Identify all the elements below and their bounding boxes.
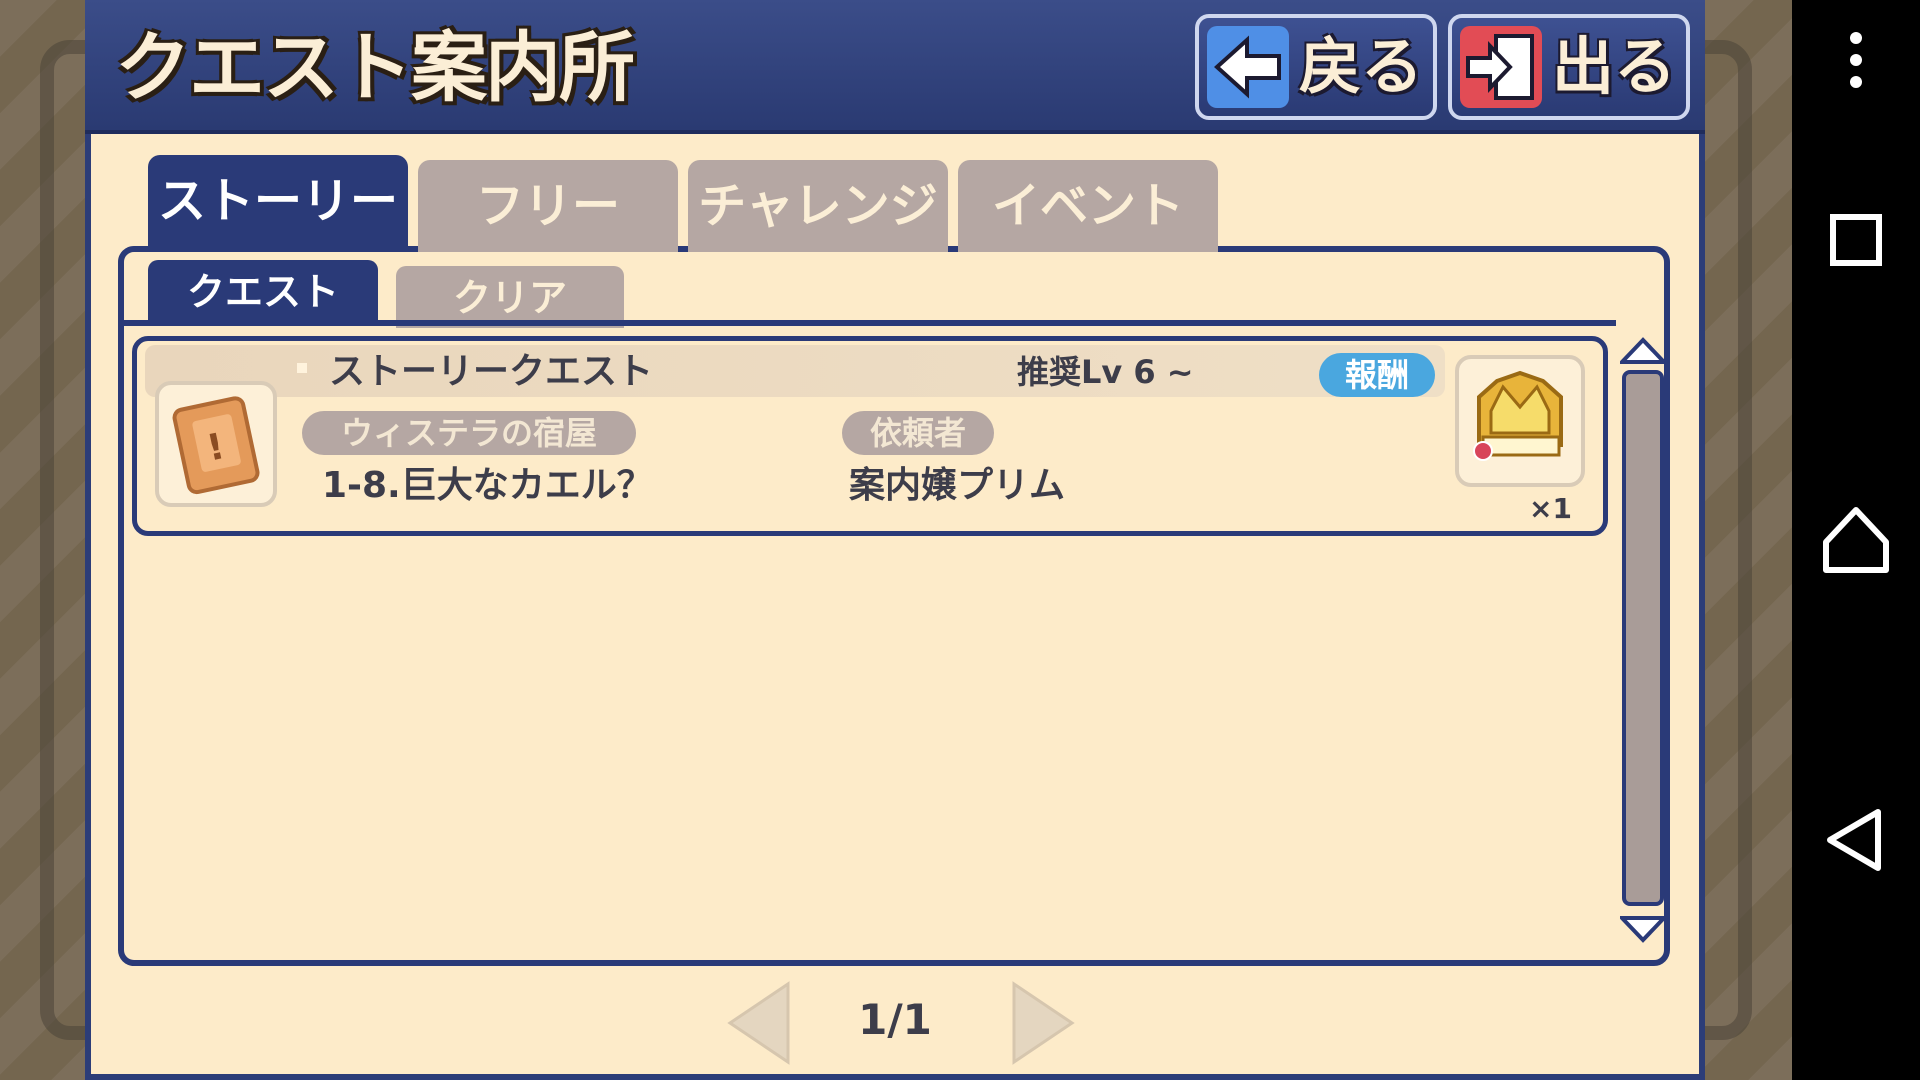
quest-client: 案内嬢プリム [849, 465, 1066, 506]
subtab-clear[interactable]: クリア [396, 266, 624, 328]
bullet-marker [297, 363, 307, 373]
quest-scroll-icon: ! [155, 381, 277, 507]
exit-door-icon [1460, 26, 1542, 108]
screen: クエスト案内所 戻る 出る ストーリー フリー チャレンジ イベント クエスト … [0, 0, 1920, 1080]
back-label: 戻る [1299, 30, 1424, 103]
exit-button[interactable]: 出る [1448, 14, 1690, 120]
location-badge: ウィステラの宿屋 [302, 411, 636, 455]
client-badge: 依頼者 [842, 411, 994, 455]
quest-name: 1-8.巨大なカエル？ [322, 465, 653, 506]
scroll-up-arrow-icon[interactable] [1617, 334, 1669, 368]
prev-page-arrow-icon[interactable] [722, 980, 802, 1066]
recommended-level: 推奨Lv 6 ~ [1017, 353, 1194, 391]
page-indicator: 1/1 [858, 995, 932, 1044]
list-item[interactable]: ! ストーリークエスト 推奨Lv 6 ~ 報酬 ウィステラの宿屋 依頼者 1-8… [132, 336, 1608, 536]
reward-badge: 報酬 [1319, 353, 1435, 397]
choco-crown-reward-icon [1455, 355, 1585, 487]
tab-event[interactable]: イベント [958, 160, 1218, 252]
back-arrow-icon [1207, 26, 1289, 108]
back-nav-icon[interactable] [1816, 800, 1896, 880]
home-icon[interactable] [1816, 500, 1896, 580]
scroll-down-arrow-icon[interactable] [1617, 912, 1669, 946]
reward-count: ×1 [1529, 492, 1572, 525]
quest-type: ストーリークエスト [329, 351, 654, 392]
next-page-arrow-icon[interactable] [1000, 980, 1080, 1066]
tab-free[interactable]: フリー [418, 160, 678, 252]
tab-challenge[interactable]: チャレンジ [688, 160, 948, 252]
tab-story[interactable]: ストーリー [148, 155, 408, 251]
back-button[interactable]: 戻る [1195, 14, 1437, 120]
page-title: クエスト案内所 [115, 23, 635, 112]
exit-label: 出る [1552, 30, 1677, 103]
recent-apps-icon[interactable] [1816, 200, 1896, 280]
scrollbar[interactable] [1617, 320, 1669, 960]
subtab-quest[interactable]: クエスト [148, 260, 378, 322]
scroll-thumb[interactable] [1622, 370, 1664, 906]
overflow-menu-icon[interactable] [1816, 20, 1896, 100]
android-nav-bar [1792, 0, 1920, 1080]
